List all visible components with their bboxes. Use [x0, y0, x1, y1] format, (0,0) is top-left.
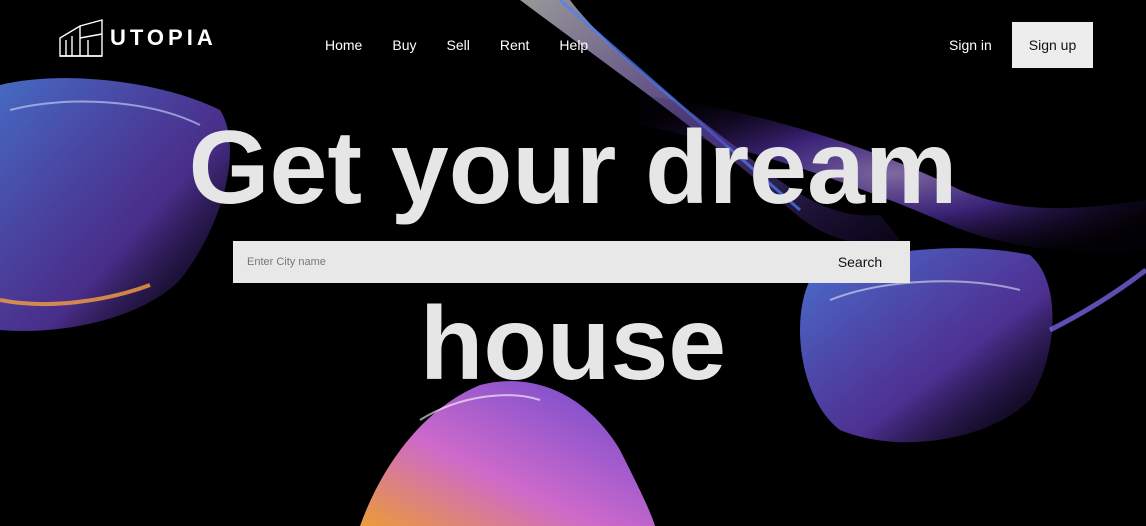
nav-item-home[interactable]: Home: [325, 36, 362, 54]
hero-headline-line2: house: [419, 286, 727, 402]
hero-headline-line1: Get your dream: [188, 110, 958, 226]
nav-item-help[interactable]: Help: [559, 36, 588, 54]
search-button[interactable]: Search: [810, 241, 910, 283]
sign-up-button[interactable]: Sign up: [1012, 22, 1093, 68]
brand-logo[interactable]: UTOPIA: [58, 18, 217, 58]
nav-item-sell[interactable]: Sell: [446, 36, 469, 54]
nav-item-buy[interactable]: Buy: [392, 36, 416, 54]
sign-in-link[interactable]: Sign in: [949, 36, 992, 54]
building-outline-icon: [59, 19, 103, 57]
city-search-bar: Search: [233, 241, 910, 283]
main-nav: Home Buy Sell Rent Help: [325, 36, 618, 54]
nav-item-rent[interactable]: Rent: [500, 36, 530, 54]
brand-name: UTOPIA: [110, 25, 217, 50]
city-search-input[interactable]: [233, 242, 810, 282]
hero-page: UTOPIA Home Buy Sell Rent Help Sign in S…: [0, 0, 1146, 526]
